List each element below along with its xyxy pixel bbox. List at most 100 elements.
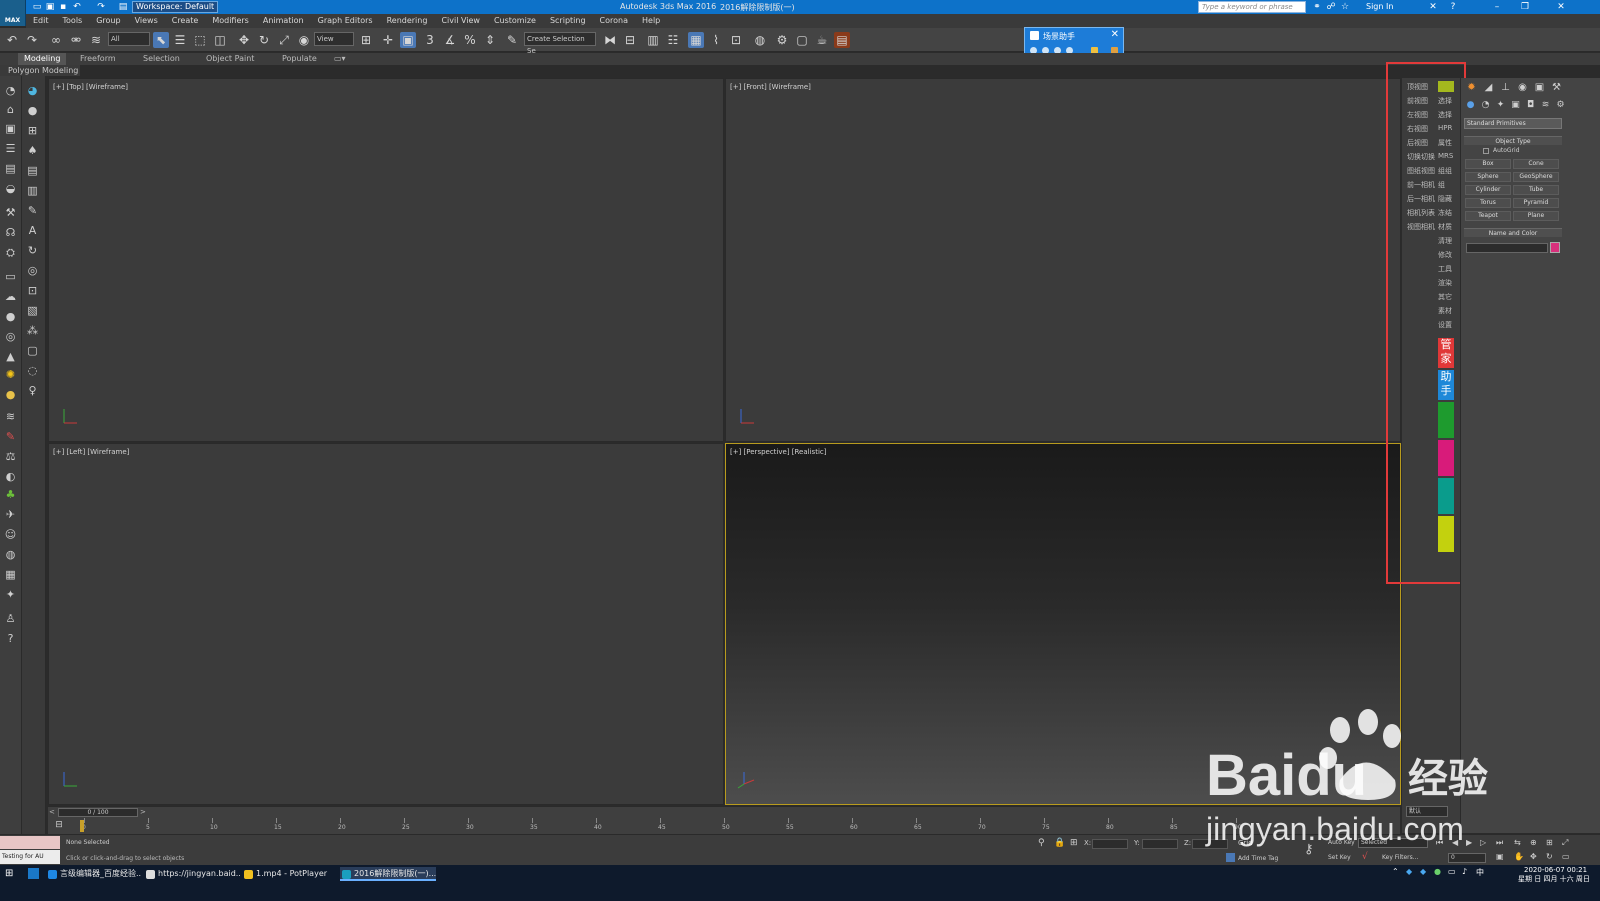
rectangular-selection-icon[interactable]: ⬚ <box>192 32 208 48</box>
prev-frame-icon[interactable]: < <box>49 808 55 816</box>
map-icon[interactable]: ▧ <box>25 304 40 318</box>
select-object-icon[interactable]: ⬉ <box>153 32 169 48</box>
extension-view-item[interactable]: 前视图 <box>1407 96 1428 106</box>
hierarchy-tab-icon[interactable]: ⊥ <box>1498 81 1513 94</box>
isolate-selection-icon[interactable]: ⚲ <box>1038 838 1045 848</box>
help-icon[interactable]: ? <box>1448 2 1458 12</box>
exchange-apps-icon[interactable]: ✕ <box>1428 2 1438 12</box>
extension-tool-item[interactable]: 清理 <box>1438 236 1452 246</box>
material-editor-icon[interactable]: ◍ <box>752 32 768 48</box>
pinned-app-icon[interactable] <box>28 868 39 879</box>
extension-active-icon[interactable] <box>1438 81 1454 92</box>
bulb-icon[interactable]: ● <box>25 104 40 118</box>
reference-coordinate-dropdown[interactable]: View <box>314 32 354 46</box>
extension-view-item[interactable]: 相机列表 <box>1407 208 1435 218</box>
rendered-frame-window-icon[interactable]: ▢ <box>794 32 810 48</box>
grid-icon[interactable]: ⊞ <box>25 124 40 138</box>
display-tab-icon[interactable]: ▣ <box>1532 81 1547 94</box>
table-icon[interactable]: ▤ <box>25 164 40 178</box>
point-light-icon[interactable]: ◕ <box>25 84 40 98</box>
extension-tool-item[interactable]: 材质 <box>1438 222 1452 232</box>
tab-selection[interactable]: Selection <box>137 53 186 65</box>
maximize-viewport-icon[interactable]: ⤢ <box>1562 838 1568 848</box>
render-icon[interactable]: ▦ <box>3 568 18 582</box>
light-icon[interactable]: ◒ <box>3 182 18 196</box>
autogrid-checkbox[interactable] <box>1483 148 1489 154</box>
script-icon[interactable]: ✦ <box>3 588 18 602</box>
extension-view-item[interactable]: 前一相机 <box>1407 180 1435 190</box>
extension-tool-item[interactable]: 工具 <box>1438 264 1452 274</box>
rotate-icon[interactable]: ↻ <box>25 244 40 258</box>
workspace-dropdown[interactable]: Workspace: Default <box>132 1 218 13</box>
lock-icon[interactable]: 🔒 <box>1054 838 1065 848</box>
zoom-all-icon[interactable]: ⊞ <box>1546 838 1553 847</box>
viewport-label[interactable]: [+] [Left] [Wireframe] <box>53 448 129 456</box>
curve-editor-icon[interactable]: ⌇ <box>708 32 724 48</box>
disk-icon[interactable]: ◌ <box>25 364 40 378</box>
color-swatch-teal[interactable] <box>1438 478 1454 514</box>
cylinder-button[interactable]: Cylinder <box>1465 185 1511 195</box>
menu-scripting[interactable]: Scripting <box>543 14 593 28</box>
sphere-button[interactable]: Sphere <box>1465 172 1511 182</box>
extension-tool-item[interactable]: 其它 <box>1438 292 1452 302</box>
select-move-icon[interactable]: ✥ <box>236 32 252 48</box>
helpers-icon[interactable]: ◘ <box>1524 99 1537 112</box>
hair-icon[interactable]: ≋ <box>3 410 18 424</box>
time-tag-icon[interactable] <box>1226 853 1235 862</box>
pyramid-button[interactable]: Pyramid <box>1513 198 1559 208</box>
maximize-button[interactable]: ❐ <box>1512 0 1538 14</box>
tree-icon[interactable]: ♣ <box>3 488 18 502</box>
systems-icon[interactable]: ⚙ <box>1554 99 1567 112</box>
open-file-icon[interactable]: ▣ <box>45 2 55 12</box>
extension-tool-item[interactable]: HPR <box>1438 124 1452 132</box>
sunlight-icon[interactable]: ● <box>3 388 18 402</box>
group-icon[interactable]: ⁂ <box>25 324 40 338</box>
utilities-tab-icon[interactable]: ⚒ <box>1549 81 1564 94</box>
box-icon[interactable]: ▥ <box>25 184 40 198</box>
user-icon[interactable]: ♙ <box>3 612 18 626</box>
app-logo[interactable]: MAX <box>0 0 26 26</box>
viewport-top[interactable]: [+] [Top] [Wireframe] <box>48 78 724 442</box>
render-production-icon[interactable]: ☕ <box>814 32 830 48</box>
extension-tool-item[interactable]: 属性 <box>1438 138 1452 148</box>
menu-modifiers[interactable]: Modifiers <box>205 14 256 28</box>
keyboard-shortcut-override-icon[interactable]: ▣ <box>400 32 416 48</box>
viewport-label[interactable]: [+] [Front] [Wireframe] <box>730 83 811 91</box>
shapes-icon[interactable]: ◔ <box>1479 99 1492 112</box>
select-scale-icon[interactable]: ⤢ <box>276 32 292 48</box>
torus-icon[interactable]: ◎ <box>3 330 18 344</box>
redo-icon[interactable]: ↷ <box>96 2 106 12</box>
schematic-view-icon[interactable]: ⊡ <box>728 32 744 48</box>
text-icon[interactable]: A <box>25 224 40 238</box>
menu-corona[interactable]: Corona <box>593 14 635 28</box>
track-bar[interactable]: 051015202530354045505560657075808590 <box>48 818 1400 834</box>
primitive-type-dropdown[interactable]: Standard Primitives <box>1464 118 1562 129</box>
name-and-color-rollout[interactable]: Name and Color <box>1464 228 1562 237</box>
next-frame-icon[interactable]: > <box>140 808 146 816</box>
viewport-layout-dropdown[interactable]: 默认 <box>1406 806 1448 817</box>
scale-icon[interactable]: ⚖ <box>3 450 18 464</box>
go-to-end-icon[interactable]: ⏭ <box>1496 838 1503 848</box>
material-ball-icon[interactable]: ◍ <box>3 548 18 562</box>
edit-named-selection-icon[interactable]: ✎ <box>504 32 520 48</box>
cameras-icon[interactable]: ▣ <box>1509 99 1522 112</box>
key-filters-button[interactable]: Key Filters... <box>1382 854 1419 861</box>
viewport-label[interactable]: [+] [Top] [Wireframe] <box>53 83 128 91</box>
orbit-icon[interactable]: ✋ <box>1514 852 1524 861</box>
mirror-icon[interactable]: ⧓ <box>602 32 618 48</box>
ime-icon[interactable]: 中 <box>1476 867 1484 878</box>
clock-time[interactable]: 2020-06-07 00:21 <box>1524 866 1587 874</box>
spinner-snap-icon[interactable]: ⇕ <box>482 32 498 48</box>
motion-tab-icon[interactable]: ◉ <box>1515 81 1530 94</box>
set-key-icon[interactable]: ⚷ <box>1304 842 1314 857</box>
save-icon[interactable]: ▪ <box>58 2 68 12</box>
modify-tab-icon[interactable]: ◢ <box>1481 81 1496 94</box>
sphere-icon[interactable]: ● <box>3 310 18 324</box>
taskbar-item[interactable]: https://jingyan.baid... <box>144 867 240 881</box>
key-icon[interactable]: √ <box>1362 852 1368 862</box>
tube-button[interactable]: Tube <box>1513 185 1559 195</box>
menu-graph-editors[interactable]: Graph Editors <box>311 14 380 28</box>
bind-space-warp-icon[interactable]: ≋ <box>88 32 104 48</box>
network-icon[interactable]: ▭ <box>1448 867 1456 876</box>
angle-snap-icon[interactable]: ∡ <box>442 32 458 48</box>
